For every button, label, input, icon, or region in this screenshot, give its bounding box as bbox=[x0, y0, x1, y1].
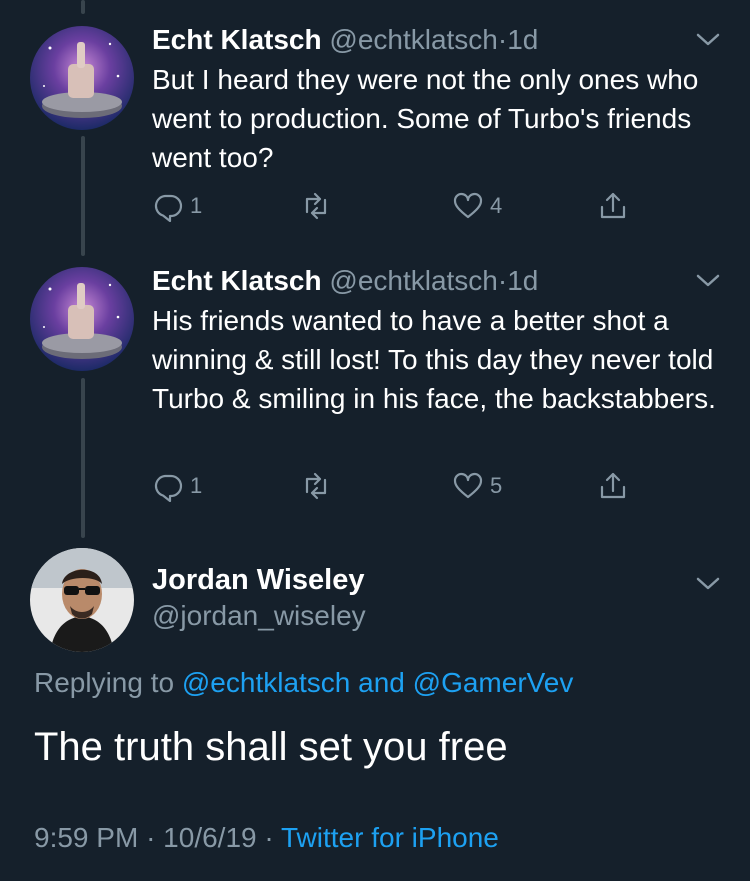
author-handle[interactable]: @echtklatsch bbox=[329, 265, 498, 296]
author-handle[interactable]: @jordan_wiseley bbox=[152, 598, 366, 634]
reply-button[interactable]: 1 bbox=[152, 470, 202, 502]
like-count: 4 bbox=[490, 193, 503, 218]
avatar[interactable] bbox=[30, 26, 134, 130]
author-handle[interactable]: @echtklatsch bbox=[329, 24, 498, 55]
thread-line-top bbox=[81, 0, 85, 14]
thread-line-middle bbox=[81, 136, 85, 256]
retweet-icon bbox=[305, 472, 327, 500]
tweet-time[interactable]: 1d bbox=[507, 24, 538, 55]
separator: · bbox=[497, 24, 508, 55]
reply-button[interactable]: 1 bbox=[152, 190, 202, 222]
share-icon bbox=[600, 472, 626, 499]
share-icon bbox=[600, 192, 626, 219]
mention-link[interactable]: @GamerVev bbox=[413, 667, 574, 698]
tweet-text: But I heard they were not the only ones … bbox=[152, 64, 699, 173]
author-name[interactable]: Jordan Wiseley bbox=[152, 562, 365, 598]
tweet-date: 10/6/19 bbox=[163, 822, 257, 853]
author-name[interactable]: Echt Klatsch bbox=[152, 265, 322, 296]
reply-count: 1 bbox=[190, 473, 203, 498]
chevron-down-icon[interactable] bbox=[694, 271, 722, 291]
tweet-meta: 9:59 PM · 10/6/19 · Twitter for iPhone bbox=[34, 820, 499, 856]
avatar-image bbox=[30, 267, 134, 371]
like-count: 5 bbox=[490, 473, 503, 498]
tweet-actions: 1 5 bbox=[152, 470, 652, 506]
mention-link[interactable]: @echtklatsch bbox=[182, 667, 351, 698]
share-button[interactable] bbox=[597, 470, 629, 502]
chevron-down-icon[interactable] bbox=[694, 574, 722, 594]
tweet-text: The truth shall set you free bbox=[34, 725, 508, 769]
avatar[interactable] bbox=[30, 267, 134, 371]
heart-icon bbox=[453, 472, 483, 499]
separator: · bbox=[497, 265, 508, 296]
retweet-button[interactable] bbox=[300, 190, 338, 222]
separator: · bbox=[146, 822, 156, 853]
tweet-actions: 1 4 bbox=[152, 190, 652, 226]
separator: · bbox=[264, 822, 274, 853]
reply-icon bbox=[154, 474, 183, 502]
avatar[interactable] bbox=[30, 548, 134, 652]
heart-icon bbox=[453, 192, 483, 219]
source-link[interactable]: Twitter for iPhone bbox=[281, 822, 499, 853]
reply-count: 1 bbox=[190, 193, 203, 218]
tweet-time: 9:59 PM bbox=[34, 822, 139, 853]
share-button[interactable] bbox=[597, 190, 629, 222]
replying-and[interactable]: and bbox=[358, 667, 405, 698]
replying-to: Replying to @echtklatsch and @GamerVev bbox=[34, 665, 573, 701]
like-button[interactable]: 4 bbox=[452, 190, 502, 222]
avatar-image bbox=[30, 548, 134, 652]
tweet-time[interactable]: 1d bbox=[507, 265, 538, 296]
avatar-image bbox=[30, 26, 134, 130]
reply-icon bbox=[154, 194, 183, 222]
replying-prefix: Replying to bbox=[34, 667, 175, 698]
retweet-icon bbox=[305, 192, 327, 220]
thread-line-bottom bbox=[81, 378, 85, 538]
author-name[interactable]: Echt Klatsch bbox=[152, 24, 322, 55]
tweet-text: His friends wanted to have a better shot… bbox=[152, 305, 716, 414]
chevron-down-icon[interactable] bbox=[694, 30, 722, 50]
like-button[interactable]: 5 bbox=[452, 470, 502, 502]
retweet-button[interactable] bbox=[300, 470, 338, 502]
